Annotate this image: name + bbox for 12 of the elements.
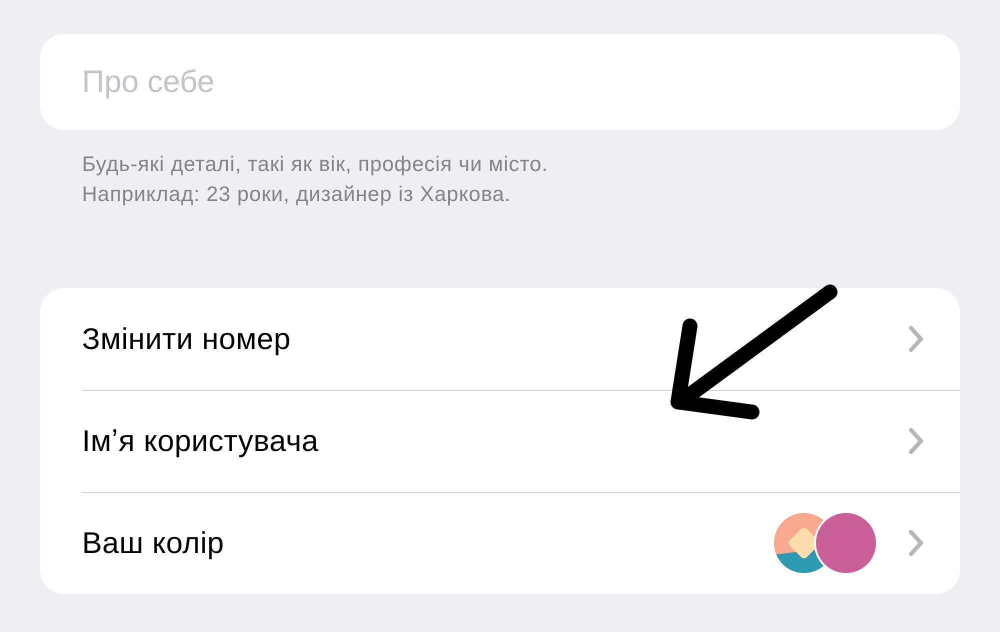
row-label: Ваш колір <box>82 526 226 562</box>
chevron-icon <box>908 529 924 557</box>
settings-row[interactable]: Змінити номер <box>40 288 960 390</box>
bio-field[interactable]: Про себе <box>40 34 960 130</box>
settings-row[interactable]: Ваш колір <box>40 492 960 594</box>
hint-text: Будь-які деталі, такі як вік, професія чи місто. <box>82 152 550 178</box>
row-label: Імʼя користувача <box>82 424 320 460</box>
settings-row[interactable]: Імʼя користувача <box>40 390 960 492</box>
chevron-icon <box>908 427 924 455</box>
row-label: Змінити номер <box>82 322 292 358</box>
hint-text: Наприклад: 23 роки, дизайнер із Харкова. <box>82 182 512 208</box>
chevron-icon <box>908 325 924 353</box>
